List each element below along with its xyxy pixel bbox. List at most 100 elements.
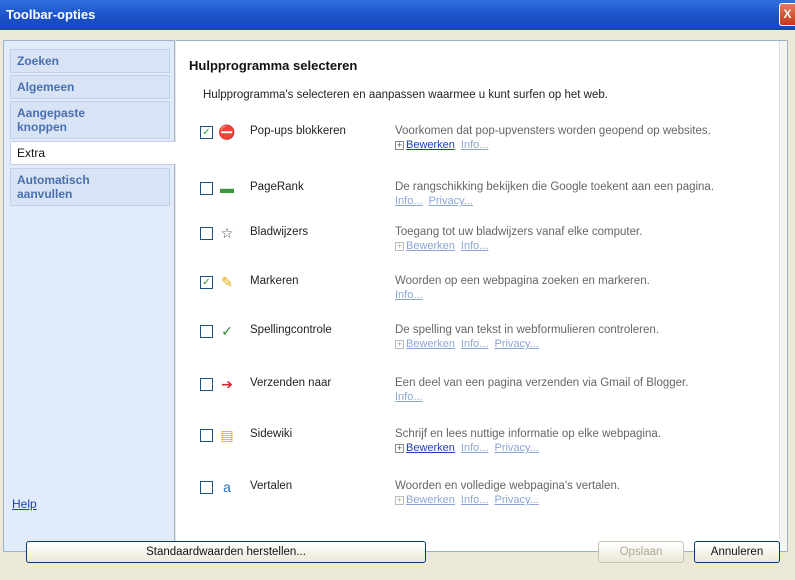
tool-links: Info... <box>395 391 785 404</box>
tool-row: ▬ PageRank De rangschikking bekijken die G… <box>200 179 780 227</box>
spellcheck-icon: ✓ <box>221 323 233 339</box>
dialog-body: Zoeken Algemeen Aangepaste knoppen Extra… <box>0 30 795 580</box>
tool-row: ☆ Bladwijzers Toegang tot uw bladwijzers v… <box>200 224 780 272</box>
sidebar: Zoeken Algemeen Aangepaste knoppen Extra… <box>3 40 176 552</box>
tool-links: + Bewerken Info... <box>395 240 785 253</box>
translate-icon: a <box>223 479 231 495</box>
tool-info: Schrijf en lees nuttige informatie op el… <box>395 428 785 455</box>
reset-defaults-button[interactable]: Standaardwaarden herstellen... <box>26 541 426 563</box>
tab-label: Algemeen <box>17 80 75 94</box>
close-icon[interactable]: X <box>779 3 795 26</box>
expand-plus-icon: + <box>395 140 404 150</box>
tool-info: Een deel van een pagina verzenden via Gm… <box>395 377 785 404</box>
tool-link[interactable]: Bewerken <box>406 338 455 350</box>
tool-link[interactable]: Info... <box>461 139 489 151</box>
tab-aangepaste-knoppen[interactable]: Aangepaste knoppen <box>10 101 170 139</box>
tool-link[interactable]: Privacy... <box>494 494 538 506</box>
window-title: Toolbar-opties <box>6 7 96 22</box>
scrollbar[interactable] <box>779 41 787 551</box>
tab-extra[interactable]: Extra <box>10 141 176 165</box>
tool-link[interactable]: Privacy... <box>494 338 538 350</box>
page-title: Hulpprogramma selecteren <box>189 58 358 73</box>
tool-link[interactable]: Info... <box>395 195 423 207</box>
expand-plus-icon: + <box>395 443 404 453</box>
cancel-button[interactable]: Annuleren <box>694 541 780 563</box>
expand-plus-icon: + <box>395 339 404 349</box>
pagerank-icon: ▬ <box>220 180 234 196</box>
tool-name: Vertalen <box>250 480 293 492</box>
tab-algemeen[interactable]: Algemeen <box>10 75 170 99</box>
page-description: Hulpprogramma's selecteren en aanpassen … <box>203 89 608 101</box>
tool-link[interactable]: Bewerken <box>406 240 455 252</box>
tool-row: ✓ Spellingcontrole De spelling van tekst i… <box>200 322 780 370</box>
tool-description: Schrijf en lees nuttige informatie op el… <box>395 428 661 440</box>
tool-info: De rangschikking bekijken die Google toe… <box>395 181 785 208</box>
tool-checkbox[interactable] <box>200 378 213 391</box>
tool-description: Een deel van een pagina verzenden via Gm… <box>395 377 689 389</box>
bookmark-star-icon: ☆ <box>220 225 234 241</box>
tab-automatisch-aanvullen[interactable]: Automatisch aanvullen <box>10 168 170 206</box>
tool-row: a Vertalen Woorden en volledige webpagina'… <box>200 478 780 526</box>
tool-links: + Bewerken Info... Privacy... <box>395 494 785 507</box>
tool-link[interactable]: Bewerken <box>406 442 455 454</box>
tool-name: Sidewiki <box>250 428 293 440</box>
tool-link[interactable]: Bewerken <box>406 494 455 506</box>
tool-name: Spellingcontrole <box>250 324 332 336</box>
send-arrow-icon: ➔ <box>221 376 233 392</box>
tool-info: Woorden op een webpagina zoeken en marke… <box>395 275 785 302</box>
tab-label: Zoeken <box>17 54 60 68</box>
save-button[interactable]: Opslaan <box>598 541 684 563</box>
tool-name: Bladwijzers <box>250 226 309 238</box>
tool-links: + Bewerken Info... <box>395 139 785 152</box>
tool-checkbox[interactable]: ✓ <box>200 126 213 139</box>
tool-row: ✓ ✎ Markeren Woorden op een webpagina zoeke… <box>200 273 780 321</box>
tool-checkbox[interactable] <box>200 481 213 494</box>
tab-label: Automatisch aanvullen <box>17 173 90 201</box>
tool-link[interactable]: Privacy... <box>494 442 538 454</box>
tool-description: Voorkomen dat pop-upvensters worden geop… <box>395 125 711 137</box>
tool-link[interactable]: Info... <box>461 240 489 252</box>
tool-links: Info... <box>395 289 785 302</box>
tool-link[interactable]: Info... <box>395 391 423 403</box>
tool-info: De spelling van tekst in webformulieren … <box>395 324 785 351</box>
tool-row: ➔ Verzenden naar Een deel van een pagina v… <box>200 375 780 423</box>
tool-checkbox[interactable] <box>200 325 213 338</box>
tool-checkbox[interactable] <box>200 429 213 442</box>
tool-link[interactable]: Info... <box>461 442 489 454</box>
tool-links: + Bewerken Info... Privacy... <box>395 338 785 351</box>
expand-plus-icon: + <box>395 241 404 251</box>
tool-name: Verzenden naar <box>250 377 332 389</box>
highlighter-icon: ✎ <box>221 274 233 290</box>
tab-label: Extra <box>17 146 46 160</box>
tool-description: Toegang tot uw bladwijzers vanaf elke co… <box>395 226 643 238</box>
tool-name: Pop-ups blokkeren <box>250 125 346 137</box>
tool-name: Markeren <box>250 275 299 287</box>
tool-description: De spelling van tekst in webformulieren … <box>395 324 659 336</box>
tool-links: + Bewerken Info... Privacy... <box>395 442 785 455</box>
popup-blocker-icon: ⛔ <box>218 124 236 140</box>
tool-row: ✓ ⛔ Pop-ups blokkeren Voorkomen dat pop-upv… <box>200 123 780 171</box>
tool-checkbox[interactable] <box>200 227 213 240</box>
tool-name: PageRank <box>250 181 304 193</box>
tool-links: Info... Privacy... <box>395 195 785 208</box>
tools-panel: Hulpprogramma selecteren Hulpprogramma's… <box>176 40 788 552</box>
tool-link[interactable]: Info... <box>461 494 489 506</box>
tool-description: De rangschikking bekijken die Google toe… <box>395 181 715 193</box>
tool-info: Toegang tot uw bladwijzers vanaf elke co… <box>395 226 785 253</box>
expand-plus-icon: + <box>395 495 404 505</box>
tool-link[interactable]: Info... <box>461 338 489 350</box>
tool-link[interactable]: Privacy... <box>429 195 473 207</box>
tab-label: Aangepaste knoppen <box>17 106 86 134</box>
tool-checkbox[interactable]: ✓ <box>200 276 213 289</box>
tool-info: Woorden en volledige webpagina's vertale… <box>395 480 785 507</box>
tool-info: Voorkomen dat pop-upvensters worden geop… <box>395 125 785 152</box>
tab-zoeken[interactable]: Zoeken <box>10 49 170 73</box>
tool-checkbox[interactable] <box>200 182 213 195</box>
tool-row: ▤ Sidewiki Schrijf en lees nuttige informa… <box>200 426 780 474</box>
tool-link[interactable]: Bewerken <box>406 139 455 151</box>
help-link[interactable]: Help <box>12 497 37 511</box>
title-bar: Toolbar-opties X <box>0 0 795 30</box>
tool-description: Woorden op een webpagina zoeken en marke… <box>395 275 650 287</box>
tool-description: Woorden en volledige webpagina's vertale… <box>395 480 621 492</box>
tool-link[interactable]: Info... <box>395 289 423 301</box>
